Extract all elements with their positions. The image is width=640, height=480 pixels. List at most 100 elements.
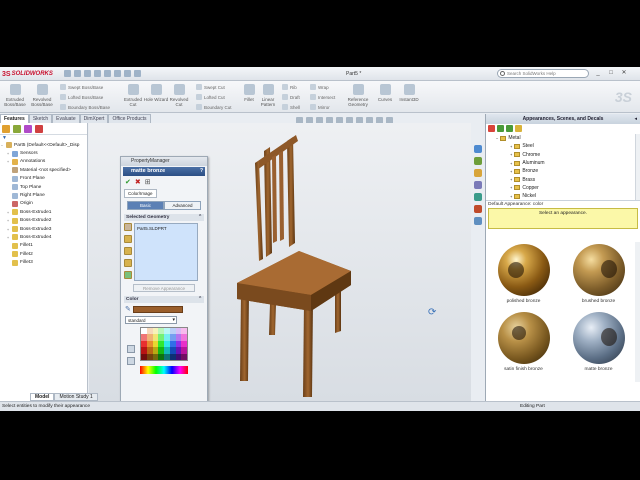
appearance-matte-bronze[interactable]: matte bronze — [561, 310, 636, 372]
tree-item-boss-extrude2[interactable]: + Boss-Extrude2 — [0, 217, 87, 225]
resources-icon[interactable] — [474, 145, 482, 153]
display-manager-icon[interactable] — [35, 125, 43, 133]
rib-button[interactable]: Rib — [282, 84, 297, 90]
tab-model[interactable]: Model — [30, 393, 55, 401]
tree-folder-chrome[interactable]: + Chrome — [486, 151, 640, 159]
save-icon[interactable] — [84, 70, 91, 77]
surface-filter-icon[interactable] — [124, 247, 132, 255]
view-palette-icon[interactable] — [474, 193, 482, 201]
advanced-button[interactable]: Advanced — [164, 201, 201, 210]
current-color-swatch[interactable] — [132, 305, 183, 313]
design-library-icon[interactable] — [474, 157, 482, 165]
tree-item-right-plane[interactable]: Right Plane — [0, 191, 87, 199]
selected-geometry-group[interactable]: Selected Geometry ⌃ — [124, 214, 204, 221]
tab-office-products[interactable]: Office Products — [108, 114, 151, 123]
tree-item-fillet1[interactable]: Fillet1 — [0, 242, 87, 250]
boundary-boss-button[interactable]: Boundary Boss/Base — [60, 104, 110, 110]
palette-swatch[interactable] — [181, 353, 187, 360]
file-explorer-icon[interactable] — [474, 169, 482, 177]
close-button[interactable]: ✕ — [620, 70, 628, 77]
solidworks-logo[interactable]: 3S SOLIDWORKS — [2, 69, 53, 79]
back-icon[interactable] — [497, 125, 504, 132]
tab-motion-study[interactable]: Motion Study 1 — [54, 393, 98, 401]
tree-item-boss-extrude1[interactable]: + Boss-Extrude1 — [0, 208, 87, 216]
options-icon[interactable] — [134, 70, 141, 77]
undo-icon[interactable] — [104, 70, 111, 77]
new-icon[interactable] — [64, 70, 71, 77]
collapse-icon[interactable]: ⌃ — [198, 215, 202, 220]
part-filter-icon[interactable] — [124, 223, 132, 231]
lofted-cut-button[interactable]: Lofted Cut — [196, 94, 225, 100]
rebuild-icon[interactable] — [124, 70, 131, 77]
add-swatch-icon[interactable] — [127, 345, 135, 353]
tab-evaluate[interactable]: Evaluate — [52, 114, 80, 123]
color-group[interactable]: Color ⌃ — [124, 296, 204, 303]
print-icon[interactable] — [94, 70, 101, 77]
tree-item-fillet3[interactable]: Fillet3 — [0, 258, 87, 266]
feature-filter-icon[interactable] — [124, 271, 132, 279]
face-filter-icon[interactable] — [124, 235, 132, 243]
search-icon[interactable] — [474, 181, 482, 189]
appearance-brushed-bronze[interactable]: brushed bronze — [561, 242, 636, 304]
tab-dimxpert[interactable]: DimXpert — [79, 114, 109, 123]
swatch-set-select[interactable]: standard — [125, 316, 177, 324]
shell-button[interactable]: Shell — [282, 104, 300, 110]
intersect-button[interactable]: Intersect — [310, 94, 335, 100]
boundary-cut-button[interactable]: Boundary Cut — [196, 104, 232, 110]
swept-cut-button[interactable]: Swept Cut — [196, 84, 225, 90]
tree-item-front-plane[interactable]: Front Plane — [0, 175, 87, 183]
tree-folder-bronze[interactable]: + Bronze — [486, 167, 640, 175]
eyedropper-icon[interactable]: ✎ — [125, 305, 131, 313]
help-search-input[interactable]: Search SolidWorks Help — [497, 69, 589, 78]
select-icon[interactable] — [114, 70, 121, 77]
tab-color-image[interactable]: Color/Image — [124, 189, 157, 198]
basic-button[interactable]: Basic — [127, 201, 164, 210]
color-spectrum[interactable] — [140, 366, 188, 374]
minimize-button[interactable]: _ — [594, 70, 602, 77]
configuration-manager-icon[interactable] — [24, 125, 32, 133]
tree-scrollbar[interactable] — [635, 134, 640, 200]
thumbnail-scrollbar[interactable] — [635, 242, 640, 382]
tree-root-part[interactable]: − Part5 (Default<<Default>_Disp — [0, 141, 87, 149]
tree-folder-nickel[interactable]: + Nickel — [486, 192, 640, 200]
mirror-button[interactable]: Mirror — [310, 104, 330, 110]
pushpin-icon[interactable]: ⊞ — [145, 178, 151, 186]
reference-geometry-button[interactable]: Reference Geometry — [343, 83, 373, 111]
tree-folder-aluminum[interactable]: + Aluminum — [486, 159, 640, 167]
appearance-polished-bronze[interactable]: polished bronze — [486, 242, 561, 304]
tree-folder-copper[interactable]: + Copper — [486, 184, 640, 192]
maximize-button[interactable]: □ — [607, 70, 615, 77]
tab-features[interactable]: Features — [0, 114, 29, 123]
help-icon[interactable]: ? — [200, 167, 203, 176]
property-manager-icon[interactable] — [13, 125, 21, 133]
appearance-satin-finish-bronze[interactable]: satin finish bronze — [486, 310, 561, 372]
curves-button[interactable]: Curves — [372, 83, 398, 111]
appearance-sphere-icon[interactable] — [488, 125, 495, 132]
tree-item-boss-extrude4[interactable]: + Boss-Extrude4 — [0, 233, 87, 241]
wrap-button[interactable]: Wrap — [310, 84, 329, 90]
tree-item-top-plane[interactable]: Top Plane — [0, 183, 87, 191]
selected-geometry-list[interactable]: Part5.SLDPRT — [134, 223, 198, 281]
feature-tree-icon[interactable] — [2, 125, 10, 133]
draft-button[interactable]: Draft — [282, 94, 300, 100]
tree-item-boss-extrude3[interactable]: + Boss-Extrude3 — [0, 225, 87, 233]
collapse-icon[interactable]: ⌃ — [198, 297, 202, 302]
tree-item-material[interactable]: Material <not specified> — [0, 166, 87, 174]
tree-folder-metal[interactable]: − Metal — [486, 134, 640, 142]
linear-pattern-button[interactable]: Linear Pattern — [255, 83, 281, 111]
swept-boss-button[interactable]: Swept Boss/Base — [60, 84, 103, 90]
body-filter-icon[interactable] — [124, 259, 132, 267]
extruded-boss-button[interactable]: Extruded Boss/Base — [2, 83, 28, 111]
appearances-icon[interactable] — [474, 205, 482, 213]
ok-check-icon[interactable]: ✔ — [125, 178, 131, 186]
lofted-boss-button[interactable]: Lofted Boss/Base — [60, 94, 103, 100]
selected-geometry-item[interactable]: Part5.SLDPRT — [137, 226, 195, 231]
tree-item-origin[interactable]: Origin — [0, 200, 87, 208]
remove-swatch-icon[interactable] — [127, 357, 135, 365]
tree-folder-steel[interactable]: + Steel — [486, 142, 640, 150]
tree-item-annotations[interactable]: + Annotations — [0, 158, 87, 166]
color-palette[interactable] — [140, 327, 188, 361]
remove-appearance-button[interactable]: Remove Appearance — [133, 284, 195, 292]
up-folder-icon[interactable] — [515, 125, 522, 132]
tree-folder-brass[interactable]: + Brass — [486, 175, 640, 183]
